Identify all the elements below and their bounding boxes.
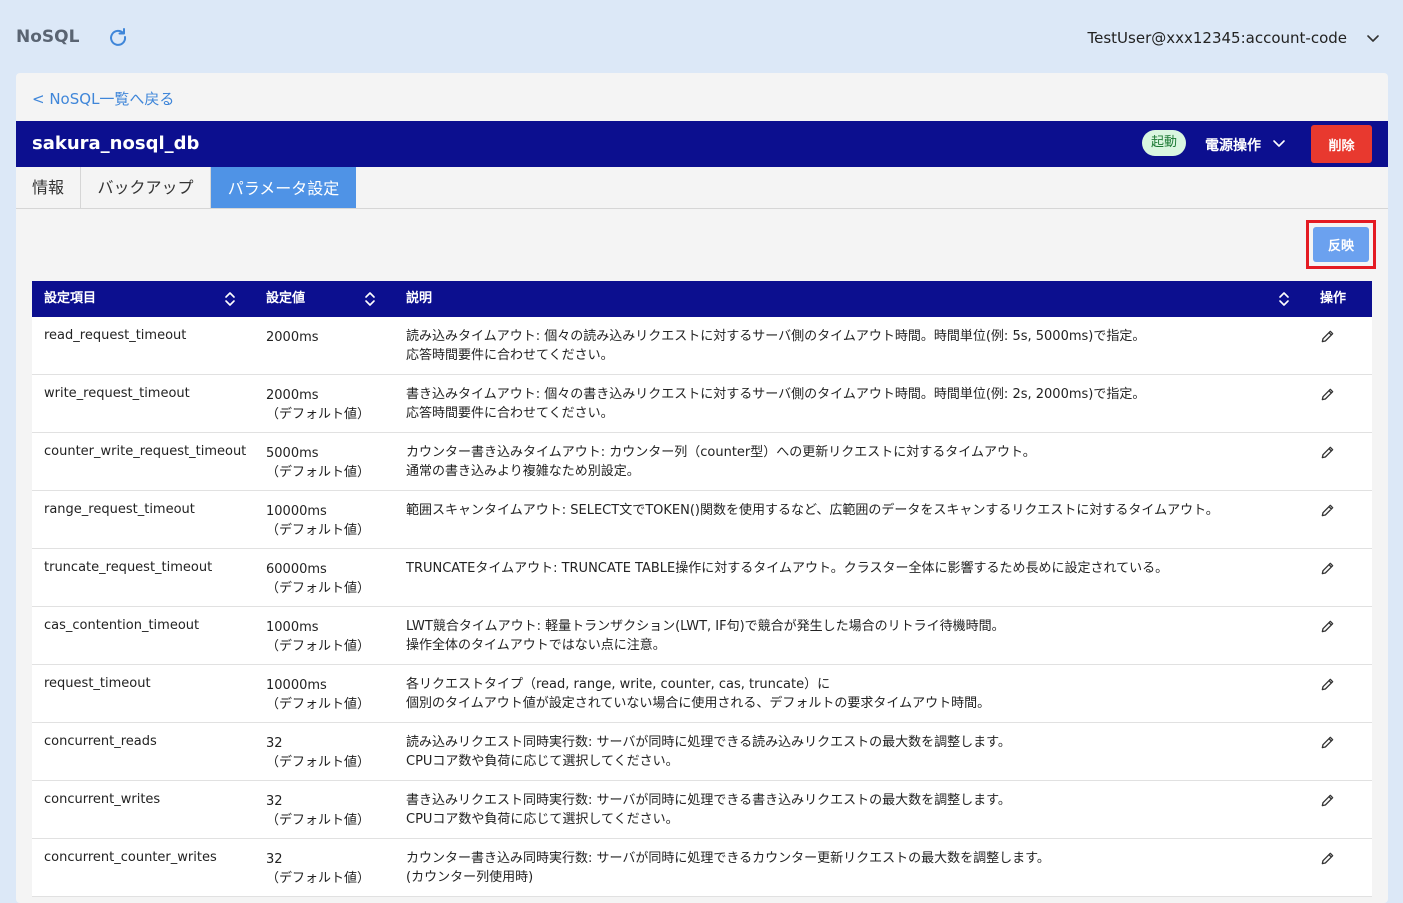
tab-bar: 情報 バックアップ パラメータ設定 [16,167,1388,209]
param-name: range_request_timeout [44,502,195,517]
param-description: 読み込みタイムアウト: 個々の読み込みリクエストに対するサーバ側のタイムアウト時… [406,329,1146,363]
param-value: 10000ms （デフォルト値） [266,678,371,712]
param-name: concurrent_reads [44,734,157,749]
param-name: cas_contention_timeout [44,618,200,633]
param-name: read_request_timeout [44,328,187,343]
param-value: 2000ms [266,330,319,345]
table-row: read_request_timeout 2000ms 読み込みタイムアウト: … [32,317,1372,375]
param-description: TRUNCATEタイムアウト: TRUNCATE TABLE操作に対するタイムア… [406,561,1169,576]
sort-icon[interactable] [363,291,377,307]
user-menu[interactable]: TestUser@xxx12345:account-code [1088,29,1347,47]
apply-button-highlight: 反映 [1306,220,1376,269]
default-label: （デフォルト値） [266,639,371,654]
chevron-down-icon[interactable] [1272,136,1286,150]
default-label: （デフォルト値） [266,755,371,770]
delete-button[interactable]: 削除 [1311,125,1372,163]
param-value: 2000ms （デフォルト値） [266,388,371,422]
param-value: 5000ms （デフォルト値） [266,446,371,480]
param-description: LWT競合タイムアウト: 軽量トランザクション(LWT, IF句)で競合が発生し… [406,619,1005,653]
param-description: 書き込みタイムアウト: 個々の書き込みリクエストに対するサーバ側のタイムアウト時… [406,387,1146,421]
param-description: 書き込みリクエスト同時実行数: サーバが同時に処理できる書き込みリクエストの最大… [406,793,1011,827]
pencil-icon[interactable] [1320,851,1335,866]
param-description: カウンター書き込みタイムアウト: カウンター列（counter型）への更新リクエ… [406,445,1036,479]
app-title: NoSQL [16,27,80,47]
table-row: concurrent_reads 32 （デフォルト値） 読み込みリクエスト同時実… [32,723,1372,781]
tab-backup[interactable]: バックアップ [81,167,211,208]
top-bar: NoSQL TestUser@xxx12345:account-code [0,0,1403,73]
param-description: 各リクエストタイプ（read, range, write, counter, c… [406,677,991,711]
default-label: （デフォルト値） [266,523,371,538]
parameter-table: 設定項目 設定値 説明 操作 read_request_timeout 2000… [32,281,1372,897]
status-badge: 起動 [1142,130,1186,156]
pencil-icon[interactable] [1320,387,1335,402]
param-name: counter_write_request_timeout [44,444,247,459]
default-label: （デフォルト値） [266,697,371,712]
pencil-icon[interactable] [1320,619,1335,634]
default-label: （デフォルト値） [266,871,371,886]
default-label: （デフォルト値） [266,407,371,422]
table-row: write_request_timeout 2000ms （デフォルト値） 書き込… [32,375,1372,433]
pencil-icon[interactable] [1320,793,1335,808]
column-header-ops: 操作 [1320,291,1347,306]
tab-info[interactable]: 情報 [16,167,81,208]
param-value: 32 （デフォルト値） [266,852,371,886]
column-header-value[interactable]: 設定値 [266,281,305,317]
chevron-down-icon[interactable] [1365,30,1381,46]
param-value: 32 （デフォルト値） [266,736,371,770]
resource-name: sakura_nosql_db [32,133,200,154]
param-description: 範囲スキャンタイムアウト: SELECT文でTOKEN()関数を使用するなど、広… [406,503,1219,518]
param-value: 1000ms （デフォルト値） [266,620,371,654]
refresh-icon[interactable] [108,27,128,47]
power-menu-button[interactable]: 電源操作 [1205,135,1261,155]
sort-icon[interactable] [1277,291,1291,307]
pencil-icon[interactable] [1320,329,1335,344]
param-description: 読み込みリクエスト同時実行数: サーバが同時に処理できる読み込みリクエストの最大… [406,735,1011,769]
param-value: 10000ms （デフォルト値） [266,504,371,538]
param-value: 32 （デフォルト値） [266,794,371,828]
table-row: truncate_request_timeout 60000ms （デフォルト値）… [32,549,1372,607]
table-row: counter_write_request_timeout 5000ms （デフォ… [32,433,1372,491]
param-name: concurrent_counter_writes [44,850,217,865]
column-header-name[interactable]: 設定項目 [44,281,96,317]
table-row: range_request_timeout 10000ms （デフォルト値） 範囲… [32,491,1372,549]
param-value: 60000ms （デフォルト値） [266,562,371,596]
pencil-icon[interactable] [1320,677,1335,692]
param-name: concurrent_writes [44,792,161,807]
pencil-icon[interactable] [1320,735,1335,750]
param-description: カウンター書き込み同時実行数: サーバが同時に処理できるカウンター更新リクエスト… [406,851,1050,885]
sort-icon[interactable] [223,291,237,307]
table-header: 設定項目 設定値 説明 操作 [32,281,1372,317]
param-name: request_timeout [44,676,151,691]
default-label: （デフォルト値） [266,813,371,828]
table-row: concurrent_counter_writes 32 （デフォルト値） カウン… [32,839,1372,897]
back-link[interactable]: < NoSQL一覧へ戻る [32,88,174,109]
pencil-icon[interactable] [1320,503,1335,518]
tab-parameters[interactable]: パラメータ設定 [211,167,356,208]
table-row: cas_contention_timeout 1000ms （デフォルト値） LW… [32,607,1372,665]
table-row: request_timeout 10000ms （デフォルト値） 各リクエストタイ… [32,665,1372,723]
apply-button[interactable]: 反映 [1313,227,1369,262]
column-header-desc[interactable]: 説明 [406,281,432,317]
default-label: （デフォルト値） [266,465,371,480]
param-name: truncate_request_timeout [44,560,213,575]
main-card: < NoSQL一覧へ戻る sakura_nosql_db 起動 電源操作 削除 … [16,73,1388,903]
default-label: （デフォルト値） [266,581,371,596]
resource-header: sakura_nosql_db 起動 電源操作 削除 [16,121,1388,167]
pencil-icon[interactable] [1320,561,1335,576]
table-row: concurrent_writes 32 （デフォルト値） 書き込みリクエスト同時… [32,781,1372,839]
param-name: write_request_timeout [44,386,190,401]
pencil-icon[interactable] [1320,445,1335,460]
